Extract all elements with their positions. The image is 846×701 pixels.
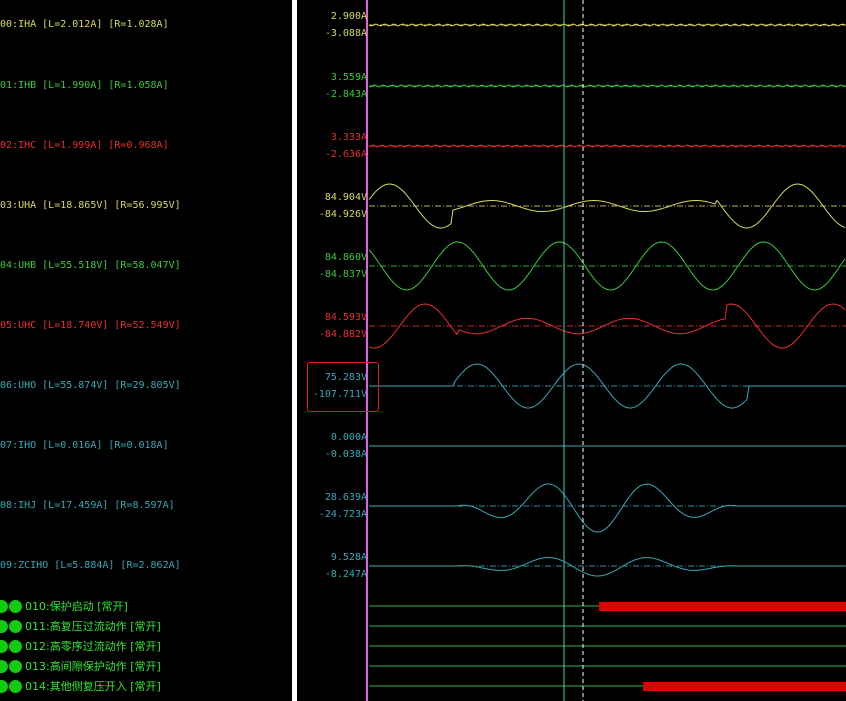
scale-min-label: -2.636A xyxy=(324,149,367,160)
switch-active-bar xyxy=(599,602,846,611)
switch-active-bar xyxy=(643,682,846,691)
switch-row[interactable]: 014:其他侧复压开入 [常开] xyxy=(0,678,161,694)
status-dot-icon xyxy=(9,619,22,633)
scale-min-label: -24.723A xyxy=(318,509,367,520)
scale-min-label: -0.038A xyxy=(324,449,367,460)
status-dot-icon xyxy=(0,599,8,613)
status-dot-icon xyxy=(0,659,8,673)
scale-min-label: -107.711V xyxy=(312,389,367,400)
scale-max-label: 3.333A xyxy=(330,132,367,143)
scale-max-label: 84.904V xyxy=(324,192,367,203)
status-dot-icon xyxy=(9,599,22,613)
scale-max-label: 0.000A xyxy=(330,432,367,443)
switch-label: 012:高零序过流动作 [常开] xyxy=(25,640,161,653)
scale-max-label: 3.559A xyxy=(330,72,367,83)
scale-max-label: 84.860V xyxy=(324,252,367,263)
switch-row[interactable]: 011:高复压过流动作 [常开] xyxy=(0,618,161,634)
scale-min-label: -84.837V xyxy=(318,269,367,280)
scale-min-label: -84.882V xyxy=(318,329,367,340)
scale-max-label: 2.900A xyxy=(330,11,367,22)
waveform-trace xyxy=(369,483,845,533)
status-dot-icon xyxy=(0,639,8,653)
scale-min-label: -84.926V xyxy=(318,209,367,220)
scale-max-label: 28.639A xyxy=(324,492,367,503)
waveform-trace xyxy=(369,363,845,409)
switch-label: 011:高复压过流动作 [常开] xyxy=(25,620,161,633)
channel-label[interactable]: 007:IHO [L=0.016A] [R=0.018A] xyxy=(0,440,169,452)
channel-label[interactable]: 000:IHA [L=2.012A] [R=1.028A] xyxy=(0,19,169,31)
scale-min-label: -8.247A xyxy=(324,569,367,580)
switch-row[interactable]: 010:保护启动 [常开] xyxy=(0,598,128,614)
channel-label[interactable]: 003:UHA [L=18.865V] [R=56.995V] xyxy=(0,200,181,212)
status-dot-icon xyxy=(9,679,22,693)
channel-label[interactable]: 008:IHJ [L=17.459A] [R=8.597A] xyxy=(0,500,175,512)
channel-label[interactable]: 009:ZCIHO [L=5.884A] [R=2.862A] xyxy=(0,560,181,572)
switch-label: 014:其他侧复压开入 [常开] xyxy=(25,680,161,693)
channel-label[interactable]: 004:UHB [L=55.518V] [R=58.047V] xyxy=(0,260,181,272)
channel-label[interactable]: 006:UHO [L=55.874V] [R=29.805V] xyxy=(0,380,181,392)
switch-row[interactable]: 013:高间隙保护动作 [常开] xyxy=(0,658,161,674)
switch-label: 010:保护启动 [常开] xyxy=(25,600,128,613)
scale-max-label: 84.593V xyxy=(324,312,367,323)
waveform-trace xyxy=(369,557,845,577)
channel-label[interactable]: 002:IHC [L=1.999A] [R=0.968A] xyxy=(0,140,169,152)
waveform-canvas[interactable] xyxy=(297,0,846,701)
status-dot-icon xyxy=(9,659,22,673)
switch-row[interactable]: 012:高零序过流动作 [常开] xyxy=(0,638,161,654)
channel-label[interactable]: 005:UHC [L=18.740V] [R=52.549V] xyxy=(0,320,181,332)
channel-list-panel: 000:IHA [L=2.012A] [R=1.028A] 001:IHB [L=… xyxy=(0,0,292,701)
status-dot-icon xyxy=(0,679,8,693)
scale-min-label: -3.088A xyxy=(324,28,367,39)
scale-highlight-box xyxy=(307,362,379,412)
waveform-panel[interactable]: 2.900A -3.088A 3.559A -2.843A 3.333A -2.636A 8… xyxy=(297,0,846,701)
status-dot-icon xyxy=(0,619,8,633)
status-dot-icon xyxy=(9,639,22,653)
switch-label: 013:高间隙保护动作 [常开] xyxy=(25,660,161,673)
channel-label[interactable]: 001:IHB [L=1.990A] [R=1.058A] xyxy=(0,80,169,92)
scale-max-label: 9.528A xyxy=(330,552,367,563)
scale-max-label: 75.283V xyxy=(324,372,367,383)
scale-min-label: -2.843A xyxy=(324,89,367,100)
waveform-trace xyxy=(368,23,846,27)
